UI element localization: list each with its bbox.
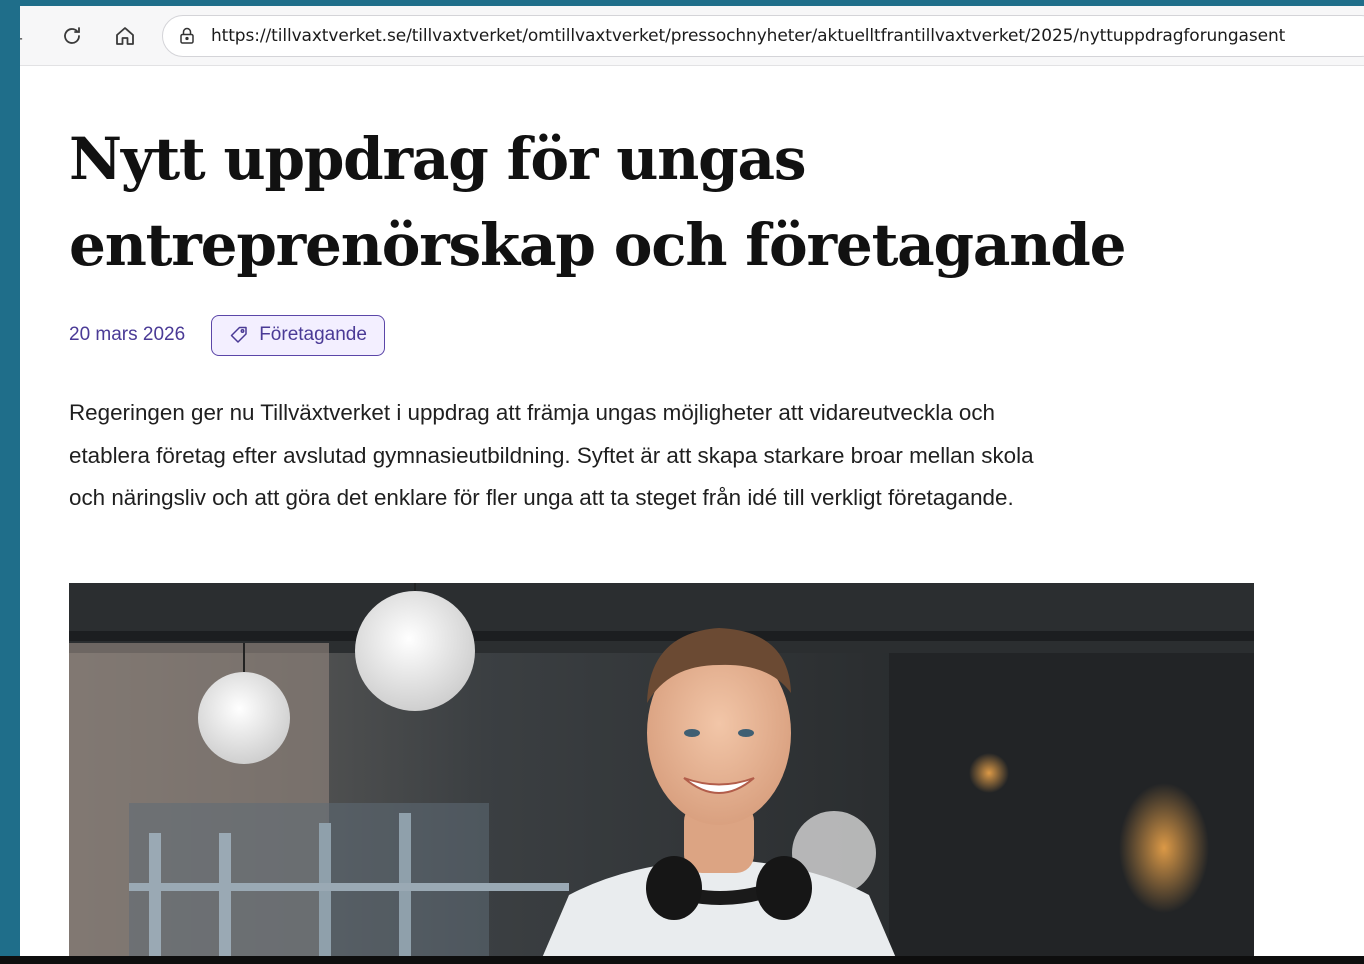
- publish-date: 20 mars 2026: [69, 324, 186, 345]
- browser-toolbar: – https://tillvaxtverket.se/tillvaxtverk…: [20, 6, 1364, 66]
- page-title-line-2: entreprenörskap och företagande: [69, 211, 1127, 279]
- lead-line-3: och näringsliv och att göra det enklare …: [69, 485, 1014, 510]
- lead-line-1: Regeringen ger nu Tillväxtverket i uppdr…: [69, 400, 995, 425]
- category-tag-label: Företagande: [259, 324, 367, 345]
- article-lead: Regeringen ger nu Tillväxtverket i uppdr…: [69, 392, 1239, 520]
- page-title: Nytt uppdrag för ungas entreprenörskap o…: [69, 116, 1249, 288]
- lead-line-2: etablera företag efter avslutad gymnasie…: [69, 442, 1034, 468]
- article-meta: 20 mars 2026 Företagande: [69, 314, 385, 356]
- back-button-edge[interactable]: –: [20, 28, 23, 49]
- tag-icon: [229, 325, 249, 345]
- reload-icon[interactable]: [56, 20, 88, 52]
- url-text[interactable]: https://tillvaxtverket.se/tillvaxtverket…: [211, 26, 1285, 46]
- hero-image: [69, 583, 1254, 962]
- desktop-bottom-edge: [0, 956, 1364, 964]
- site-info-icon[interactable]: [177, 26, 197, 46]
- category-tag[interactable]: Företagande: [211, 314, 385, 356]
- home-icon[interactable]: [109, 20, 141, 52]
- page-title-line-1: Nytt uppdrag för ungas: [69, 125, 807, 193]
- browser-window: – https://tillvaxtverket.se/tillvaxtverk…: [20, 6, 1364, 962]
- hero-photo: [69, 583, 1254, 962]
- address-bar[interactable]: https://tillvaxtverket.se/tillvaxtverket…: [162, 15, 1364, 57]
